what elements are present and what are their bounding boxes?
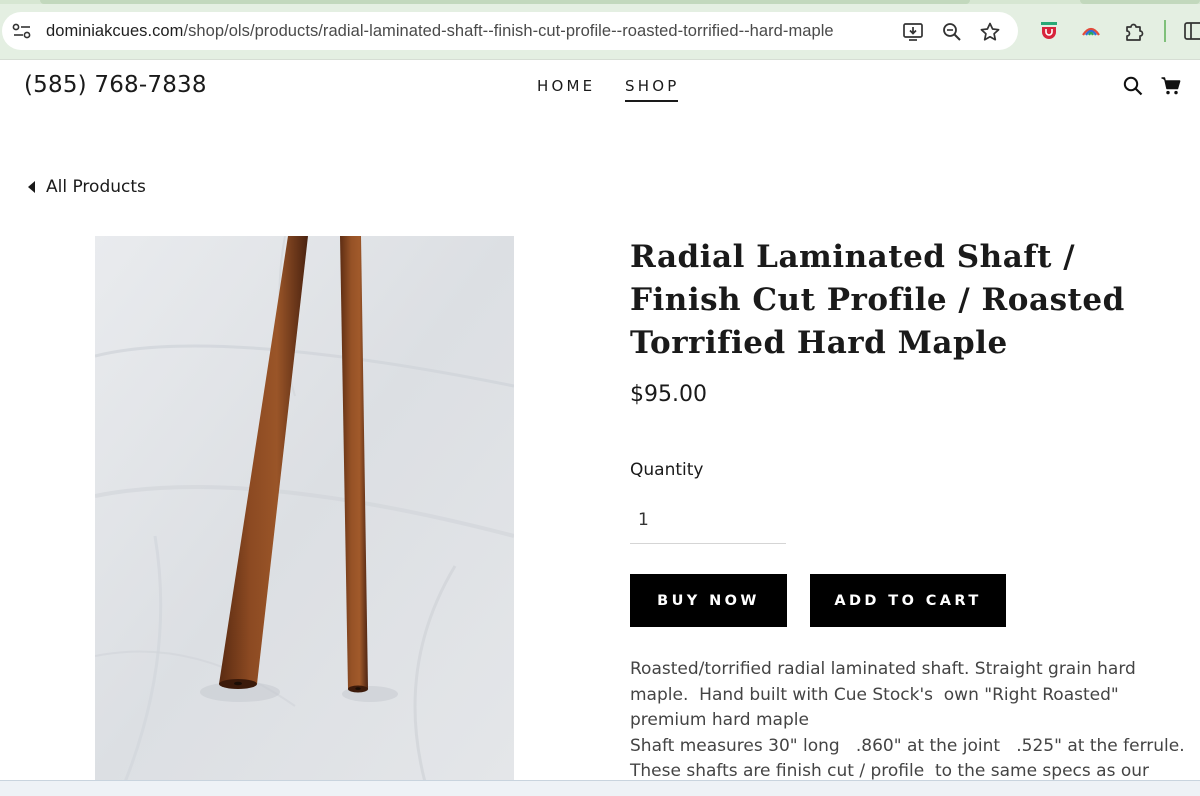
nav-shop[interactable]: SHOP (625, 77, 679, 95)
url-host: dominiakcues.com (46, 22, 184, 40)
buy-now-button[interactable]: BUY NOW (630, 574, 787, 627)
product-price: $95.00 (630, 382, 707, 407)
sidebar-icon[interactable] (1182, 20, 1200, 42)
extensions-puzzle-icon[interactable] (1123, 20, 1145, 42)
url-path: /shop/ols/products/radial-laminated-shaf… (183, 22, 834, 40)
phone-number[interactable]: (585) 768-7838 (24, 72, 207, 98)
install-app-icon[interactable] (902, 21, 924, 43)
product-title: Radial Laminated Shaft / Finish Cut Prof… (630, 239, 1125, 361)
rainbow-extension-icon[interactable] (1080, 20, 1102, 42)
url-text[interactable]: dominiakcues.com/shop/ols/products/radia… (46, 22, 834, 41)
bookmark-star-icon[interactable] (979, 21, 1001, 43)
zoom-icon[interactable] (941, 21, 963, 43)
product-description: Roasted/torrified radial laminated shaft… (630, 657, 1195, 796)
bottom-edge (0, 780, 1200, 796)
shield-extension-icon[interactable] (1038, 20, 1060, 42)
back-to-all-products[interactable]: All Products (28, 177, 146, 197)
address-bar[interactable]: dominiakcues.com/shop/ols/products/radia… (2, 12, 1018, 50)
back-label: All Products (46, 177, 146, 197)
tab-strip (0, 0, 1200, 4)
browser-toolbar: dominiakcues.com/shop/ols/products/radia… (0, 0, 1200, 60)
search-icon[interactable] (1122, 75, 1144, 97)
product-photo (95, 236, 514, 782)
product-image[interactable] (95, 236, 514, 782)
caret-left-icon (28, 181, 35, 193)
quantity-label: Quantity (630, 460, 704, 480)
active-nav-underline (625, 100, 678, 102)
cart-icon[interactable] (1160, 75, 1182, 97)
toolbar-divider (1164, 20, 1166, 42)
site-info-icon[interactable] (12, 23, 32, 39)
add-to-cart-button[interactable]: ADD TO CART (810, 574, 1006, 627)
description-paragraph: Roasted/torrified radial laminated shaft… (630, 659, 1142, 731)
nav-home[interactable]: HOME (537, 77, 595, 95)
quantity-input[interactable] (630, 496, 786, 544)
